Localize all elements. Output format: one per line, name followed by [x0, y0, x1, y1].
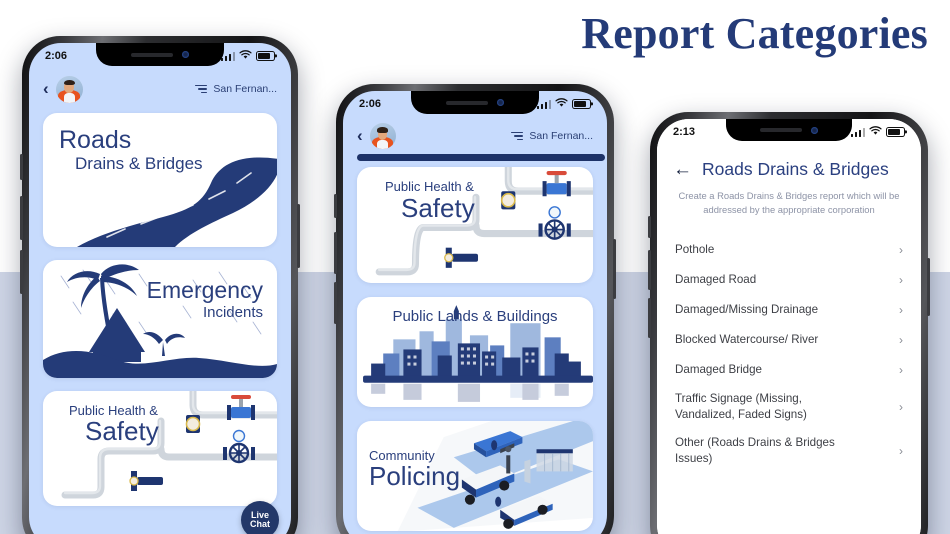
card-title-line2: Drains & Bridges	[75, 154, 203, 173]
category-card-public-health[interactable]: Public Health & Safety	[43, 391, 277, 506]
card-title-line2: Safety	[401, 193, 475, 224]
card-title: Roads Drains & Bridges	[59, 127, 203, 173]
notch	[726, 119, 852, 141]
filter-lines-icon	[195, 84, 208, 94]
list-item[interactable]: Pothole ›	[675, 235, 903, 265]
chevron-right-icon: ›	[899, 362, 903, 377]
list-item-label: Damaged Road	[675, 273, 757, 287]
phone1-screen: 2:06 ‹ San Fernan... Roads Drains & Brid…	[29, 43, 291, 534]
card-title-line1: Roads	[59, 126, 132, 154]
list-item[interactable]: Blocked Watercourse/ River ›	[675, 325, 903, 355]
wifi-icon	[555, 95, 568, 113]
list-item[interactable]: Damaged Bridge ›	[675, 355, 903, 385]
chevron-left-icon[interactable]: ‹	[357, 126, 363, 146]
phone-mockup-1: 2:06 ‹ San Fernan... Roads Drains & Brid…	[20, 36, 300, 534]
chevron-right-icon: ›	[899, 332, 903, 347]
notch	[96, 43, 224, 66]
card-title: Emergency Incidents	[147, 278, 263, 321]
chevron-right-icon: ›	[899, 242, 903, 257]
list-item-label: Damaged/Missing Drainage	[675, 303, 819, 317]
card-title: Public Health & Safety	[385, 179, 475, 224]
region-label: San Fernan...	[213, 83, 277, 95]
card-title-line1: Public Lands & Buildings	[392, 308, 558, 325]
battery-icon	[886, 127, 905, 137]
phone2-app-header: ‹ San Fernan...	[343, 119, 607, 153]
region-selector[interactable]: San Fernan...	[511, 130, 593, 142]
scrolled-card-edge	[357, 154, 605, 161]
region-label: San Fernan...	[529, 130, 593, 142]
phone1-app-header: ‹ San Fernan...	[29, 71, 291, 107]
list-item[interactable]: Damaged Road ›	[675, 265, 903, 295]
status-time: 2:13	[673, 126, 696, 138]
list-item[interactable]: Traffic Signage (Missing, Vandalized, Fa…	[675, 385, 903, 429]
page-title: Roads Drains & Bridges	[702, 159, 889, 179]
card-title-line1: Public Health &	[385, 179, 474, 194]
card-title: Public Lands & Buildings	[357, 308, 593, 325]
list-item-label: Damaged Bridge	[675, 363, 763, 377]
card-title: Community Policing	[369, 448, 461, 492]
chevron-right-icon: ›	[899, 272, 903, 287]
card-title: Public Health & Safety	[69, 403, 159, 447]
avatar[interactable]	[55, 75, 83, 103]
report-category-list: Pothole › Damaged Road › Damaged/Missing…	[657, 235, 921, 473]
category-card-roads[interactable]: Roads Drains & Bridges	[43, 113, 277, 247]
chevron-left-icon[interactable]: ‹	[43, 79, 49, 99]
phone-mockup-2: 2:06 ‹ San Fernan... Public Health & Saf…	[334, 84, 616, 534]
list-item-label: Blocked Watercourse/ River	[675, 333, 819, 347]
chevron-right-icon: ›	[899, 302, 903, 317]
card-title-line2: Incidents	[202, 303, 263, 321]
phone2-category-cards: Public Health & Safety Public Lands & Bu…	[343, 167, 607, 531]
wifi-icon	[239, 47, 252, 65]
phone-mockup-3: 2:13 ← Roads Drains & Bridges Create a R…	[648, 112, 930, 534]
cellular-signal-icon	[850, 127, 865, 137]
chevron-right-icon: ›	[899, 443, 903, 458]
card-title-line1: Emergency	[146, 277, 263, 303]
category-card-public-lands[interactable]: Public Lands & Buildings	[357, 297, 593, 407]
filter-lines-icon	[511, 131, 524, 141]
category-card-public-health[interactable]: Public Health & Safety	[357, 167, 593, 283]
phone3-screen: 2:13 ← Roads Drains & Bridges Create a R…	[657, 119, 921, 534]
category-card-community-policing[interactable]: Community Policing	[357, 421, 593, 531]
notch	[411, 91, 539, 114]
status-time: 2:06	[45, 50, 68, 62]
list-item-label: Other (Roads Drains & Bridges Issues)	[675, 436, 835, 465]
live-chat-line2: Chat	[250, 519, 270, 529]
avatar[interactable]	[369, 123, 396, 149]
battery-icon	[256, 51, 275, 61]
live-chat-button[interactable]: Live Chat	[241, 501, 279, 534]
region-selector[interactable]: San Fernan...	[195, 83, 277, 95]
list-item-label: Pothole	[675, 243, 715, 257]
status-time: 2:06	[359, 98, 382, 110]
card-title-line2: Policing	[369, 461, 461, 492]
list-item-label: Traffic Signage (Missing, Vandalized, Fa…	[675, 392, 807, 421]
phone2-screen: 2:06 ‹ San Fernan... Public Health & Saf…	[343, 91, 607, 534]
page-subtitle: Create a Roads Drains & Bridges report w…	[678, 190, 900, 215]
list-item[interactable]: Damaged/Missing Drainage ›	[675, 295, 903, 325]
phone1-category-cards: Roads Drains & Bridges Emergency Inciden…	[29, 113, 291, 506]
arrow-left-icon[interactable]: ←	[673, 160, 692, 179]
wifi-icon	[869, 123, 882, 141]
battery-icon	[572, 99, 591, 109]
card-title-line2: Safety	[85, 416, 159, 447]
chevron-right-icon: ›	[899, 399, 903, 414]
page-title: Report Categories	[581, 9, 928, 58]
phone3-app-header: ← Roads Drains & Bridges	[673, 159, 889, 180]
list-item[interactable]: Other (Roads Drains & Bridges Issues) ›	[675, 429, 903, 473]
category-card-emergency[interactable]: Emergency Incidents	[43, 260, 277, 378]
